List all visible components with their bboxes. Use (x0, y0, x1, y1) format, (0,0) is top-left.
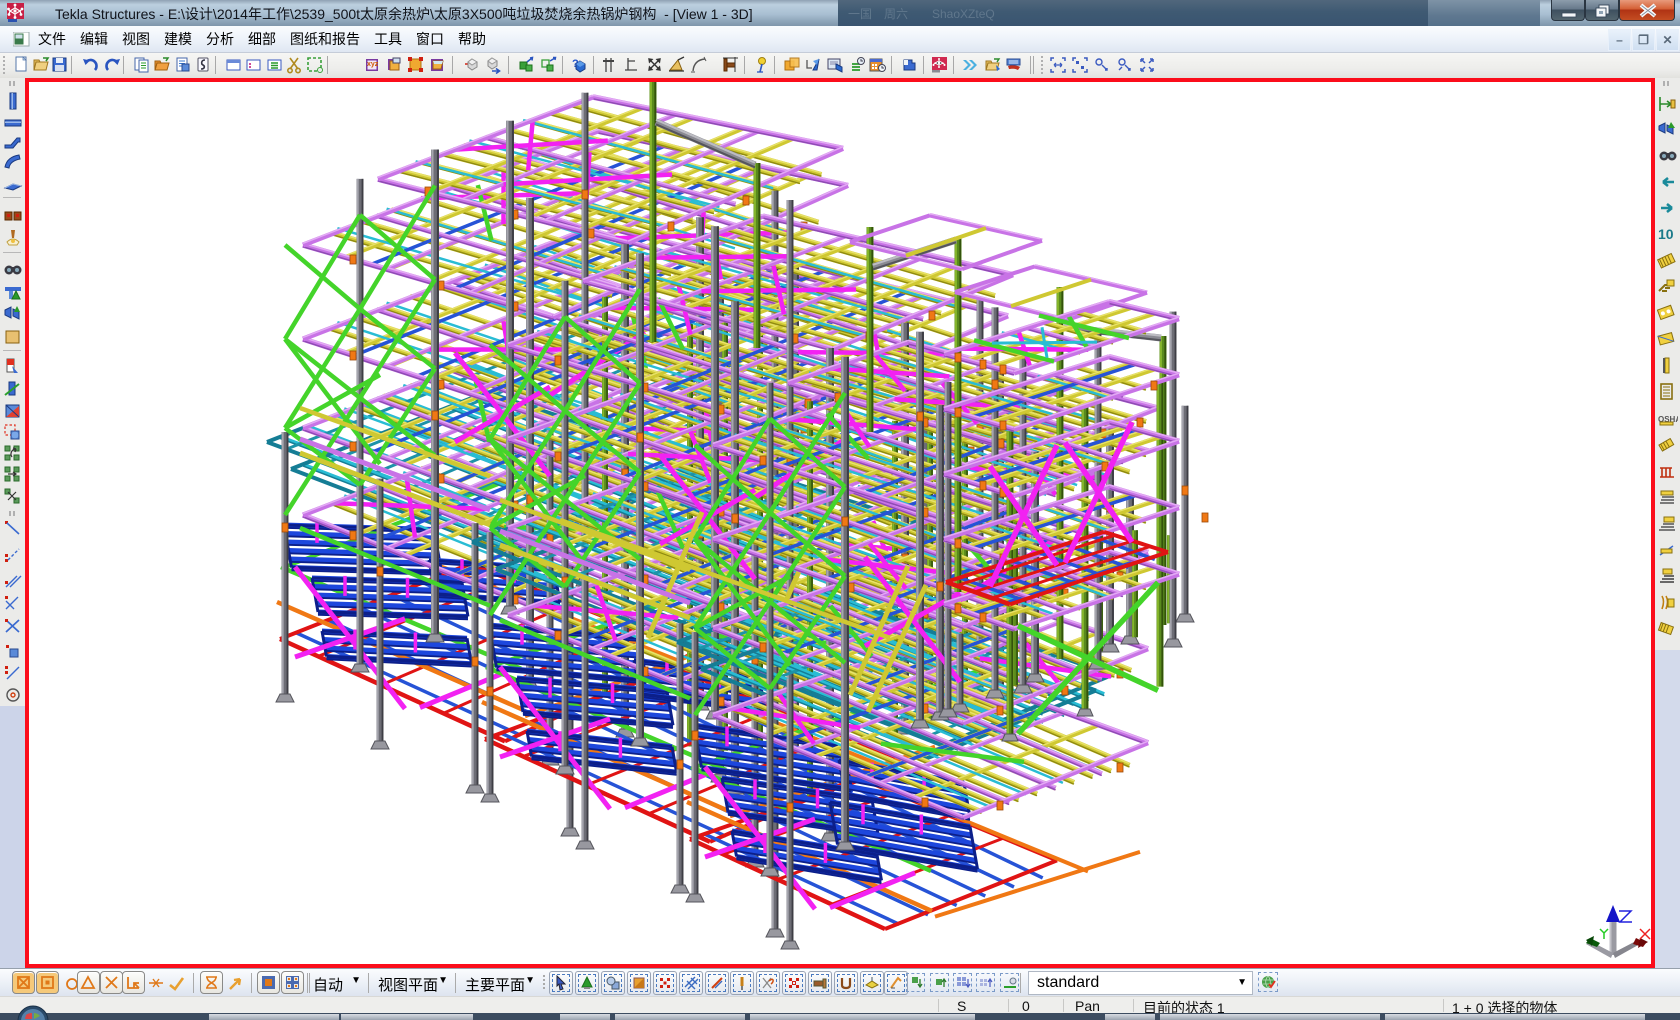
svg-text:xyz: xyz (367, 61, 379, 68)
svg-text:10: 10 (1658, 226, 1674, 242)
